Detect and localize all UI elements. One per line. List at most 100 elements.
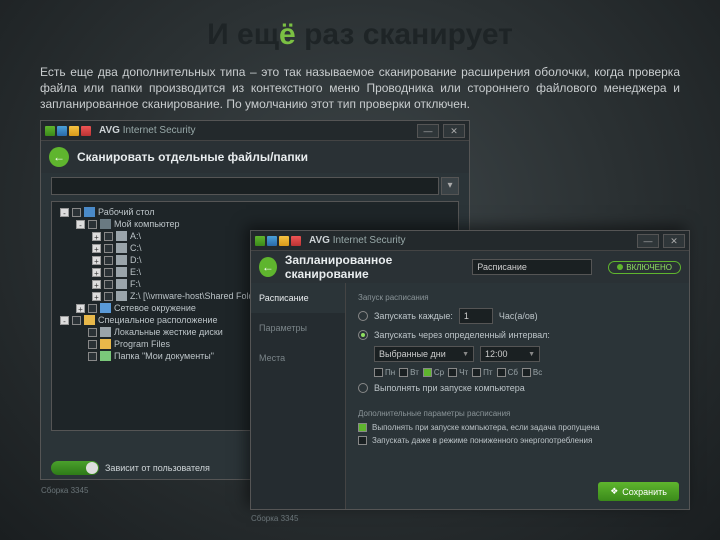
tree-checkbox[interactable] <box>88 340 97 349</box>
expand-icon[interactable]: + <box>76 304 85 313</box>
day-checkbox[interactable] <box>497 368 506 377</box>
interval-days-select[interactable]: Выбранные дни ▼ <box>374 346 474 362</box>
back-button[interactable]: ← <box>49 147 69 167</box>
tree-checkbox[interactable] <box>72 316 81 325</box>
expand-icon[interactable]: - <box>76 220 85 229</box>
expand-icon[interactable] <box>76 340 85 349</box>
adv-missed-row: Выполнять при запуске компьютера, если з… <box>358 423 677 432</box>
tree-label: F:\ <box>130 279 141 289</box>
desktop-icon <box>84 207 95 217</box>
tree-checkbox[interactable] <box>88 352 97 361</box>
tree-checkbox[interactable] <box>88 220 97 229</box>
run-interval-radio[interactable] <box>358 330 368 340</box>
day-label: Сб <box>508 368 518 377</box>
day-checkbox[interactable] <box>522 368 531 377</box>
day-Вт[interactable]: Вт <box>399 368 419 377</box>
close-button[interactable]: ✕ <box>663 234 685 248</box>
weekday-row: Пн Вт Ср Чт Пт Сб Вс <box>374 368 677 377</box>
expand-icon[interactable] <box>76 328 85 337</box>
run-interval-row: Запускать через определенный интервал: <box>358 330 677 340</box>
expand-icon[interactable]: - <box>60 316 69 325</box>
user-depend-toggle[interactable] <box>51 461 99 475</box>
day-checkbox[interactable] <box>448 368 457 377</box>
day-Сб[interactable]: Сб <box>497 368 518 377</box>
back-button[interactable]: ← <box>259 257 277 277</box>
path-input[interactable] <box>51 177 439 195</box>
network-icon <box>100 303 111 313</box>
advanced-label: Дополнительные параметры расписания <box>358 409 677 418</box>
day-Ср[interactable]: Ср <box>423 368 444 377</box>
every-unit-label: Час(а/ов) <box>499 311 538 321</box>
win1-status: Сборка 3345 <box>41 486 88 495</box>
path-browse-button[interactable]: ▾ <box>441 177 459 195</box>
day-Пт[interactable]: Пт <box>472 368 492 377</box>
path-input-row: ▾ <box>41 173 469 199</box>
adv-lowpower-label: Запускать даже в режиме пониженного энер… <box>372 436 592 445</box>
day-checkbox[interactable] <box>374 368 383 377</box>
expand-icon[interactable]: + <box>92 244 101 253</box>
save-label: Сохранить <box>622 487 667 497</box>
day-label: Пт <box>483 368 492 377</box>
tree-checkbox[interactable] <box>104 256 113 265</box>
minimize-button[interactable]: — <box>637 234 659 248</box>
day-Вс[interactable]: Вс <box>522 368 542 377</box>
side-tab-1[interactable]: Параметры <box>251 313 345 343</box>
drive-icon <box>116 291 127 301</box>
drive-icon <box>116 255 127 265</box>
run-every-label: Запускать каждые: <box>374 311 453 321</box>
day-checkbox[interactable] <box>423 368 432 377</box>
expand-icon[interactable] <box>76 352 85 361</box>
tree-label: E:\ <box>130 267 141 277</box>
adv-missed-checkbox[interactable] <box>358 423 367 432</box>
side-tab-0[interactable]: Расписание <box>251 283 345 313</box>
tree-checkbox[interactable] <box>104 280 113 289</box>
tree-checkbox[interactable] <box>88 328 97 337</box>
tree-item[interactable]: -Мой компьютер <box>54 218 456 230</box>
enabled-toggle[interactable]: ВКЛЮЧЕНО <box>608 261 681 274</box>
expand-icon[interactable]: + <box>92 292 101 301</box>
title-accent: ё <box>279 18 296 51</box>
run-at-boot-radio[interactable] <box>358 383 368 393</box>
enabled-dot-icon <box>617 264 623 270</box>
run-every-radio[interactable] <box>358 311 368 321</box>
tree-checkbox[interactable] <box>104 232 113 241</box>
expand-icon[interactable]: + <box>92 232 101 241</box>
interval-select-label: Выбранные дни <box>379 349 446 359</box>
tree-checkbox[interactable] <box>88 304 97 313</box>
day-checkbox[interactable] <box>399 368 408 377</box>
chevron-down-icon: ▼ <box>528 351 535 358</box>
run-at-boot-row: Выполнять при запуске компьютера <box>358 383 677 393</box>
save-button[interactable]: ❖ Сохранить <box>598 482 679 501</box>
expand-icon[interactable]: + <box>92 268 101 277</box>
day-Пн[interactable]: Пн <box>374 368 395 377</box>
tree-checkbox[interactable] <box>104 268 113 277</box>
every-hours-input[interactable] <box>459 308 493 324</box>
expand-icon[interactable]: + <box>92 256 101 265</box>
side-tab-2[interactable]: Места <box>251 343 345 373</box>
expand-icon[interactable]: + <box>92 280 101 289</box>
day-checkbox[interactable] <box>472 368 481 377</box>
avg-logo-icon <box>45 126 91 136</box>
win1-subtitle: Сканировать отдельные файлы/папки <box>77 150 308 164</box>
product: Internet Security <box>333 235 406 246</box>
tree-label: Рабочий стол <box>98 207 155 217</box>
schedule-name-input[interactable] <box>472 259 592 275</box>
close-button[interactable]: ✕ <box>443 124 465 138</box>
brand: AVG <box>309 235 330 246</box>
tree-label: Локальные жесткие диски <box>114 327 223 337</box>
adv-lowpower-checkbox[interactable] <box>358 436 367 445</box>
computer-icon <box>100 219 111 229</box>
tree-checkbox[interactable] <box>72 208 81 217</box>
win1-subheader: ← Сканировать отдельные файлы/папки <box>41 141 469 173</box>
slide-title: И ещё раз сканирует <box>0 0 720 52</box>
tree-checkbox[interactable] <box>104 244 113 253</box>
day-Чт[interactable]: Чт <box>448 368 468 377</box>
minimize-button[interactable]: — <box>417 124 439 138</box>
folder-icon <box>84 315 95 325</box>
tree-item[interactable]: - Рабочий стол <box>54 206 456 218</box>
adv-missed-label: Выполнять при запуске компьютера, если з… <box>372 423 600 432</box>
expand-icon[interactable]: - <box>60 208 69 217</box>
time-select[interactable]: 12:00 ▼ <box>480 346 540 362</box>
tree-checkbox[interactable] <box>104 292 113 301</box>
tree-label: D:\ <box>130 255 142 265</box>
